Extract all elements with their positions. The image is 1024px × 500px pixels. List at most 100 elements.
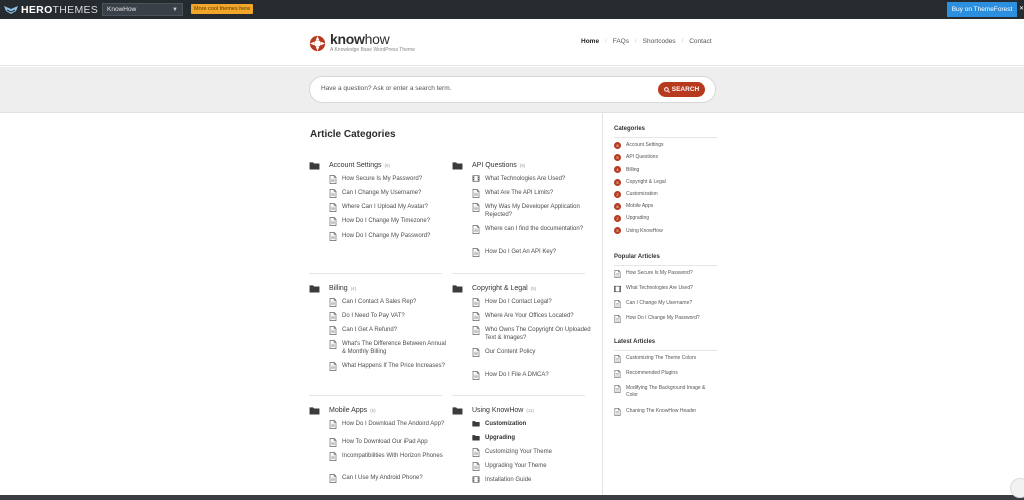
article-title[interactable]: Can I Get A Refund? — [342, 326, 450, 334]
article-link[interactable]: Can I Change My Username? — [329, 189, 450, 198]
buy-on-themeforest-button[interactable]: Buy on ThemeForest — [947, 2, 1017, 17]
herothemes-logo[interactable]: HEROTHEMES — [4, 3, 98, 16]
article-link[interactable]: How Do I Download The Andoird App? — [329, 420, 450, 429]
sidebar-category[interactable]: 4 Billing — [614, 166, 639, 174]
sidebar-category[interactable]: 6 Mobile Apps — [614, 203, 653, 210]
article-link[interactable]: How Do I Change My Password? — [329, 232, 450, 241]
sidebar-category[interactable]: 2 Customization — [614, 190, 658, 198]
search-button[interactable]: SEARCH — [658, 82, 705, 97]
subcategory-link[interactable]: Customization — [472, 420, 593, 428]
article-title[interactable]: What Happens If The Price Increases? — [342, 362, 450, 370]
latest-article[interactable]: Chaning The KnowHow Header — [614, 408, 718, 416]
latest-article-title[interactable]: Recommended Plugins — [626, 370, 718, 377]
article-link[interactable]: Customizing Your Theme — [472, 448, 593, 457]
article-title[interactable]: How To Download Our iPad App — [342, 438, 450, 446]
category-header[interactable]: Account Settings (6) — [309, 160, 441, 170]
nav-contact[interactable]: Contact — [683, 38, 717, 45]
article-link[interactable]: How To Download Our iPad App — [329, 438, 450, 447]
article-link[interactable]: How Secure Is My Password? — [329, 175, 450, 184]
sidebar-category[interactable]: 2 Upgrading — [614, 215, 649, 223]
chat-widget[interactable] — [1010, 478, 1024, 498]
article-link[interactable]: Who Owns The Copyright On Uploaded Text … — [472, 326, 593, 342]
article-title[interactable]: How Do I File A DMCA? — [485, 371, 593, 379]
article-link[interactable]: Why Was My Developer Application Rejecte… — [472, 203, 593, 219]
category-title[interactable]: API Questions — [472, 162, 517, 169]
popular-article-title[interactable]: How Secure Is My Password? — [626, 270, 718, 277]
popular-article[interactable]: How Do I Change My Password? — [614, 315, 718, 323]
article-title[interactable]: Who Owns The Copyright On Uploaded Text … — [485, 326, 593, 342]
sidebar-category-label[interactable]: Account Settings — [626, 142, 664, 149]
article-title[interactable]: Where Are Your Offices Located? — [485, 312, 593, 320]
article-title[interactable]: What's The Difference Between Annual & M… — [342, 340, 450, 356]
sidebar-category-label[interactable]: Upgrading — [626, 215, 649, 222]
popular-article[interactable]: Can I Change My Username? — [614, 300, 718, 308]
category-title[interactable]: Account Settings — [329, 162, 382, 169]
article-title[interactable]: What Technologies Are Used? — [485, 175, 593, 183]
nav-faqs[interactable]: FAQs — [607, 38, 635, 45]
article-link[interactable]: What Are The API Limits? — [472, 189, 593, 198]
theme-select[interactable]: KnowHow ▼ — [102, 3, 183, 16]
article-title[interactable]: Can I Change My Username? — [342, 189, 450, 197]
sidebar-category-label[interactable]: Customization — [626, 191, 658, 198]
sidebar-category-label[interactable]: Using KnowHow — [626, 228, 663, 235]
sidebar-category[interactable]: 5 Copyright & Legal — [614, 178, 666, 186]
sidebar-category[interactable]: 6 Account Settings — [614, 142, 664, 149]
article-link[interactable]: Can I Use My Android Phone? — [329, 474, 450, 483]
article-title[interactable]: Where can I find the documentation? — [485, 225, 593, 233]
article-title[interactable]: How Do I Change My Timezone? — [342, 217, 450, 225]
article-title[interactable]: Installation Guide — [485, 476, 593, 484]
close-icon[interactable]: ✕ — [1019, 5, 1024, 12]
popular-article-title[interactable]: What Technologies Are Used? — [626, 285, 718, 292]
article-link[interactable]: What Technologies Are Used? — [472, 175, 593, 183]
article-link[interactable]: How Do I File A DMCA? — [472, 371, 593, 380]
article-link[interactable]: Upgrading Your Theme — [472, 462, 593, 471]
category-header[interactable]: Copyright & Legal (5) — [452, 283, 584, 293]
article-title[interactable]: Where Can I Upload My Avatar? — [342, 203, 450, 211]
sidebar-category-label[interactable]: Billing — [626, 167, 639, 174]
article-title[interactable]: Can I Contact A Sales Rep? — [342, 298, 450, 306]
latest-article-title[interactable]: Modifying The Background Image & Color — [626, 385, 718, 398]
category-header[interactable]: Billing (4) — [309, 283, 441, 293]
latest-article[interactable]: Recommended Plugins — [614, 370, 718, 378]
article-title[interactable]: Customizing Your Theme — [485, 448, 593, 456]
article-title[interactable]: Incompatibilities With Horizon Phones — [342, 452, 450, 460]
article-link[interactable]: Where Can I Upload My Avatar? — [329, 203, 450, 212]
article-link[interactable]: Can I Contact A Sales Rep? — [329, 298, 450, 307]
latest-article-title[interactable]: Chaning The KnowHow Header — [626, 408, 718, 415]
article-link[interactable]: Where Are Your Offices Located? — [472, 312, 593, 321]
article-title[interactable]: What Are The API Limits? — [485, 189, 593, 197]
more-themes-link[interactable]: More cool themes here — [191, 4, 254, 14]
nav-home[interactable]: Home — [575, 38, 605, 45]
article-link[interactable]: Where can I find the documentation? — [472, 225, 593, 234]
popular-article[interactable]: What Technologies Are Used? — [614, 285, 718, 293]
article-title[interactable]: Upgrading — [485, 434, 593, 442]
category-header[interactable]: API Questions (5) — [452, 160, 584, 170]
article-link[interactable]: Incompatibilities With Horizon Phones — [329, 452, 450, 461]
subcategory-link[interactable]: Upgrading — [472, 434, 593, 442]
sidebar-category-label[interactable]: Copyright & Legal — [626, 179, 666, 186]
article-title[interactable]: Why Was My Developer Application Rejecte… — [485, 203, 593, 219]
article-link[interactable]: How Do I Contact Legal? — [472, 298, 593, 307]
article-link[interactable]: Installation Guide — [472, 476, 593, 484]
article-link[interactable]: How Do I Get An API Key? — [472, 248, 593, 257]
category-title[interactable]: Billing — [329, 285, 348, 292]
category-title[interactable]: Mobile Apps — [329, 407, 367, 414]
latest-article-title[interactable]: Customizing The Theme Colors — [626, 355, 718, 362]
latest-article[interactable]: Customizing The Theme Colors — [614, 355, 718, 363]
sidebar-category[interactable]: 5 API Questions — [614, 154, 658, 162]
article-title[interactable]: How Do I Contact Legal? — [485, 298, 593, 306]
article-link[interactable]: How Do I Change My Timezone? — [329, 217, 450, 226]
article-title[interactable]: How Do I Change My Password? — [342, 232, 450, 240]
knowhow-logo[interactable]: knowhow A Knowledge Base WordPress Theme — [309, 32, 415, 53]
search-input[interactable] — [321, 85, 641, 92]
sidebar-category[interactable]: 5 Using KnowHow — [614, 227, 663, 235]
category-title[interactable]: Using KnowHow — [472, 407, 523, 414]
popular-article[interactable]: How Secure Is My Password? — [614, 270, 718, 278]
category-header[interactable]: Using KnowHow (11) — [452, 405, 584, 415]
article-title[interactable]: Can I Use My Android Phone? — [342, 474, 450, 482]
article-title[interactable]: Our Content Policy — [485, 348, 593, 356]
article-title[interactable]: How Do I Download The Andoird App? — [342, 420, 450, 428]
popular-article-title[interactable]: Can I Change My Username? — [626, 300, 718, 307]
category-title[interactable]: Copyright & Legal — [472, 285, 528, 292]
sidebar-category-label[interactable]: API Questions — [626, 154, 658, 161]
